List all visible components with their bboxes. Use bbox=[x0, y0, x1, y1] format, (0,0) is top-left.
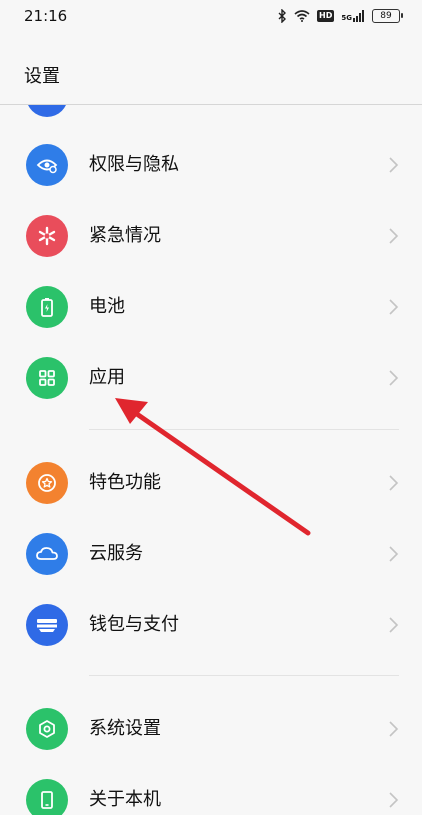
hd-badge: HD bbox=[317, 10, 335, 22]
settings-item-about[interactable]: 关于本机 bbox=[0, 765, 422, 815]
settings-item-features[interactable]: 特色功能 bbox=[0, 448, 422, 518]
bluetooth-icon bbox=[278, 9, 287, 23]
settings-item-label: 应用 bbox=[89, 367, 125, 388]
chevron-right-icon bbox=[389, 617, 399, 633]
chevron-right-icon bbox=[389, 299, 399, 315]
star-badge-icon bbox=[26, 462, 68, 504]
chevron-right-icon bbox=[389, 546, 399, 562]
settings-item-wallet[interactable]: 钱包与支付 bbox=[0, 590, 422, 660]
page-title: 设置 bbox=[24, 66, 60, 87]
settings-item-emergency[interactable]: 紧急情况 bbox=[0, 201, 422, 271]
settings-item-label: 系统设置 bbox=[89, 718, 161, 739]
status-icons: HD 5G 89 bbox=[278, 9, 403, 23]
chevron-right-icon bbox=[389, 721, 399, 737]
battery-indicator: 89 bbox=[372, 9, 403, 23]
signal-icon: 5G bbox=[341, 10, 365, 22]
settings-item-privacy[interactable]: 权限与隐私 bbox=[0, 130, 422, 200]
settings-item-label: 特色功能 bbox=[89, 472, 161, 493]
hexagon-gear-icon bbox=[26, 708, 68, 750]
app-grid-icon bbox=[26, 357, 68, 399]
battery-level: 89 bbox=[380, 11, 392, 21]
asterisk-icon bbox=[26, 215, 68, 257]
chevron-right-icon bbox=[389, 370, 399, 386]
eye-shield-icon bbox=[26, 144, 68, 186]
settings-item-cloud[interactable]: 云服务 bbox=[0, 519, 422, 589]
status-bar: 21:16 HD 5G 89 bbox=[0, 0, 422, 32]
partial-item-icon bbox=[26, 105, 68, 117]
group-divider bbox=[89, 675, 399, 676]
battery-icon bbox=[26, 286, 68, 328]
settings-item-label: 紧急情况 bbox=[89, 225, 161, 246]
status-time: 21:16 bbox=[24, 7, 68, 25]
settings-item-apps[interactable]: 应用 bbox=[0, 343, 422, 413]
cloud-icon bbox=[26, 533, 68, 575]
settings-item-label: 云服务 bbox=[89, 543, 143, 564]
chevron-right-icon bbox=[389, 228, 399, 244]
settings-item-battery[interactable]: 电池 bbox=[0, 272, 422, 342]
chevron-right-icon bbox=[389, 792, 399, 808]
settings-item-label: 电池 bbox=[89, 296, 125, 317]
settings-item-label: 钱包与支付 bbox=[89, 614, 179, 635]
group-divider bbox=[89, 429, 399, 430]
settings-item-label: 关于本机 bbox=[89, 789, 161, 810]
settings-item-system[interactable]: 系统设置 bbox=[0, 694, 422, 764]
network-type: 5G bbox=[341, 14, 352, 22]
settings-list[interactable]: 权限与隐私 紧急情况 电池 应用 特色功能 云服务 钱包与支付 系统设置 关于本… bbox=[0, 105, 422, 815]
chevron-right-icon bbox=[389, 475, 399, 491]
chevron-right-icon bbox=[389, 157, 399, 173]
wallet-icon bbox=[26, 604, 68, 646]
phone-icon bbox=[26, 779, 68, 815]
wifi-icon bbox=[294, 10, 310, 22]
settings-item-label: 权限与隐私 bbox=[89, 154, 179, 175]
